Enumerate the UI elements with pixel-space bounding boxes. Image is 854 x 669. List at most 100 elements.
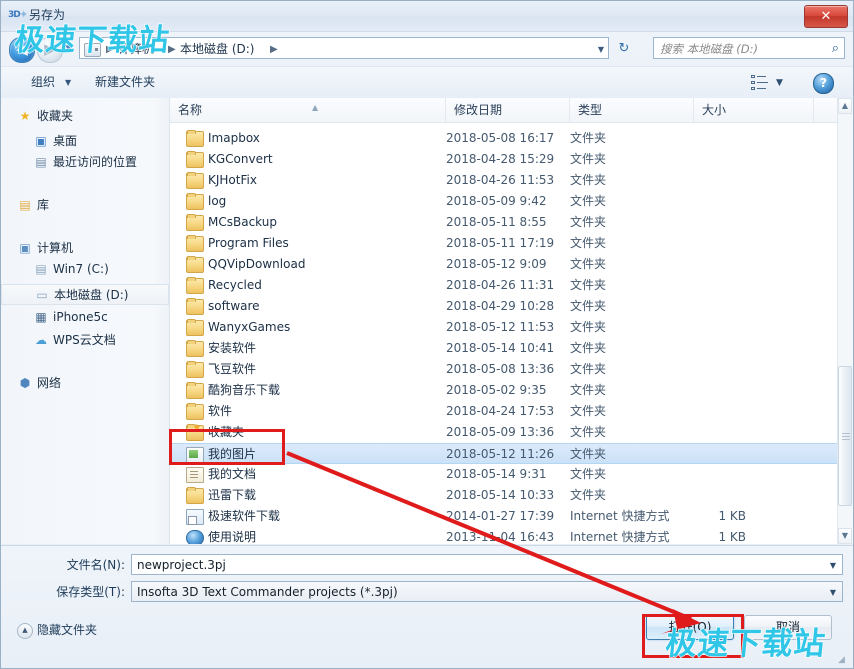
- filename-input[interactable]: newproject.3pj ▼: [131, 554, 843, 575]
- chevron-up-icon: ▲: [17, 623, 33, 639]
- column-header-date[interactable]: 修改日期: [446, 98, 570, 122]
- table-row[interactable]: 极速软件下载2014-01-27 17:39Internet 快捷方式1 KB: [170, 506, 838, 527]
- back-arrow-icon: ◀: [10, 38, 34, 62]
- file-date: 2018-04-24 17:53: [446, 404, 554, 419]
- breadcrumb-local-disk-d[interactable]: 本地磁盘 (D:): [180, 41, 254, 57]
- scrollbar-thumb[interactable]: [838, 366, 852, 506]
- file-name: 使用说明: [208, 530, 256, 544]
- file-date: 2018-05-14 10:33: [446, 488, 554, 503]
- file-date: 2018-05-12 11:53: [446, 320, 554, 335]
- folder-icon: [186, 215, 204, 231]
- sidebar-item-label: Win7 (C:): [53, 262, 109, 277]
- file-name: WanyxGames: [208, 320, 290, 335]
- save-as-dialog: 3D✦ 另存为 ✕ ◀ ▶ ▼ ▶ 计算机 ▶ 本地磁盘 (D:) ▶ ▼ ↻ …: [0, 0, 854, 669]
- file-name: QQVipDownload: [208, 257, 305, 272]
- folder-icon: [186, 299, 204, 315]
- table-row[interactable]: 收藏夹2018-05-09 13:36文件夹: [170, 422, 838, 443]
- file-type: 文件夹: [570, 447, 606, 462]
- sidebar-item-label: 本地磁盘 (D:): [54, 288, 128, 303]
- table-row[interactable]: 迅雷下载2018-05-14 10:33文件夹: [170, 485, 838, 506]
- ie-shortcut-icon: [186, 530, 204, 544]
- file-type: Internet 快捷方式: [570, 530, 669, 544]
- navigation-bar: ◀ ▶ ▼ ▶ 计算机 ▶ 本地磁盘 (D:) ▶ ▼ ↻ 搜索 本地磁盘 (D…: [1, 32, 853, 65]
- table-row[interactable]: 酷狗音乐下载2018-05-02 9:35文件夹: [170, 380, 838, 401]
- table-row[interactable]: QQVipDownload2018-05-12 9:09文件夹: [170, 254, 838, 275]
- address-dropdown-icon[interactable]: ▼: [598, 45, 604, 54]
- search-input[interactable]: 搜索 本地磁盘 (D:): [660, 41, 758, 57]
- table-row[interactable]: 飞豆软件2018-05-08 13:36文件夹: [170, 359, 838, 380]
- refresh-button[interactable]: ↻: [613, 37, 635, 59]
- cancel-button[interactable]: 取消: [744, 615, 832, 640]
- sidebar-item-label: 计算机: [37, 241, 73, 256]
- file-date: 2018-05-11 8:55: [446, 215, 547, 230]
- table-row[interactable]: software2018-04-29 10:28文件夹: [170, 296, 838, 317]
- sidebar-item-5[interactable]: ▤ Win7 (C:): [1, 259, 169, 280]
- folder-icon: [186, 236, 204, 252]
- table-row[interactable]: 软件2018-04-24 17:53文件夹: [170, 401, 838, 422]
- search-icon[interactable]: ⌕: [832, 41, 839, 57]
- file-type: 文件夹: [570, 299, 606, 314]
- column-header-type[interactable]: 类型: [570, 98, 694, 122]
- column-header-size[interactable]: 大小: [694, 98, 814, 122]
- sidebar-item-9[interactable]: ⬢网络: [1, 373, 169, 394]
- view-mode-icon[interactable]: [751, 74, 768, 91]
- file-name: Imapbox: [208, 131, 260, 146]
- new-folder-button[interactable]: 新建文件夹: [89, 73, 161, 92]
- file-list-scrollbar[interactable]: ▲ ▼: [837, 98, 853, 544]
- sidebar-item-6[interactable]: ▭ 本地磁盘 (D:): [1, 284, 169, 305]
- table-row[interactable]: KGConvert2018-04-28 15:29文件夹: [170, 149, 838, 170]
- filetype-select[interactable]: Insofta 3D Text Commander projects (*.3p…: [131, 581, 843, 602]
- table-row[interactable]: Program Files2018-05-11 17:19文件夹: [170, 233, 838, 254]
- column-header-name[interactable]: 名称 ▲: [170, 98, 446, 122]
- file-name: Program Files: [208, 236, 289, 251]
- help-icon[interactable]: ?: [813, 73, 834, 94]
- file-name: KJHotFix: [208, 173, 257, 188]
- open-button[interactable]: 打开(O): [646, 615, 734, 640]
- sidebar-item-1[interactable]: ▣桌面: [1, 131, 169, 152]
- back-button[interactable]: ◀: [9, 37, 35, 63]
- table-row[interactable]: Imapbox2018-05-08 16:17文件夹: [170, 128, 838, 149]
- sidebar-item-7[interactable]: ▦iPhone5c: [1, 307, 169, 328]
- table-row[interactable]: 安装软件2018-05-14 10:41文件夹: [170, 338, 838, 359]
- favorites-folder-icon: [186, 425, 204, 441]
- sidebar-item-4[interactable]: ▣ 计算机: [1, 238, 169, 259]
- table-row[interactable]: 我的图片2018-05-12 11:26文件夹: [170, 443, 838, 464]
- close-button[interactable]: ✕: [804, 5, 848, 28]
- sidebar-item-2[interactable]: ▤最近访问的位置: [1, 152, 169, 173]
- file-date: 2018-05-11 17:19: [446, 236, 554, 251]
- table-row[interactable]: WanyxGames2018-05-12 11:53文件夹: [170, 317, 838, 338]
- chevron-down-icon[interactable]: ▼: [830, 588, 836, 597]
- dialog-footer: 文件名(N): newproject.3pj ▼ 保存类型(T): Insoft…: [1, 545, 853, 669]
- chevron-down-icon[interactable]: ▼: [830, 561, 836, 570]
- table-row[interactable]: KJHotFix2018-04-26 11:53文件夹: [170, 170, 838, 191]
- chevron-down-icon[interactable]: ▼: [65, 78, 71, 87]
- sidebar-item-0[interactable]: ★收藏夹: [1, 106, 169, 127]
- file-size: 1 KB: [694, 509, 746, 524]
- scroll-down-button[interactable]: ▼: [838, 528, 852, 544]
- file-date: 2018-05-12 9:09: [446, 257, 547, 272]
- file-type: Internet 快捷方式: [570, 509, 669, 524]
- recent-locations-button[interactable]: ▼: [63, 44, 75, 54]
- address-bar[interactable]: ▶ 计算机 ▶ 本地磁盘 (D:) ▶ ▼: [79, 37, 609, 59]
- breadcrumb-computer[interactable]: 计算机: [118, 41, 154, 57]
- sidebar-item-3[interactable]: ▤库: [1, 195, 169, 216]
- forward-arrow-icon: ▶: [38, 38, 62, 62]
- forward-button[interactable]: ▶: [37, 37, 63, 63]
- scroll-up-button[interactable]: ▲: [838, 98, 852, 114]
- table-row[interactable]: 使用说明2013-11-04 16:43Internet 快捷方式1 KB: [170, 527, 838, 544]
- view-mode-chevron-icon[interactable]: ▼: [776, 78, 783, 88]
- star-icon: ★: [17, 109, 33, 124]
- table-row[interactable]: MCsBackup2018-05-11 8:55文件夹: [170, 212, 838, 233]
- resize-grip-icon[interactable]: ◢: [838, 654, 850, 666]
- table-row[interactable]: Recycled2018-04-26 11:31文件夹: [170, 275, 838, 296]
- desktop-icon: ▣: [33, 134, 49, 149]
- hard-disk-icon: ▤: [33, 262, 49, 277]
- table-row[interactable]: log2018-05-09 9:42文件夹: [170, 191, 838, 212]
- hard-disk-icon: ▭: [34, 288, 50, 303]
- sidebar-item-8[interactable]: ☁WPS云文档: [1, 330, 169, 351]
- computer-icon: ▣: [17, 241, 33, 256]
- search-box[interactable]: 搜索 本地磁盘 (D:) ⌕: [653, 37, 845, 59]
- table-row[interactable]: 我的文档2018-05-14 9:31文件夹: [170, 464, 838, 485]
- file-rows-viewport[interactable]: Imapbox2018-05-08 16:17文件夹KGConvert2018-…: [170, 122, 838, 544]
- organize-menu-button[interactable]: 组织: [25, 73, 61, 92]
